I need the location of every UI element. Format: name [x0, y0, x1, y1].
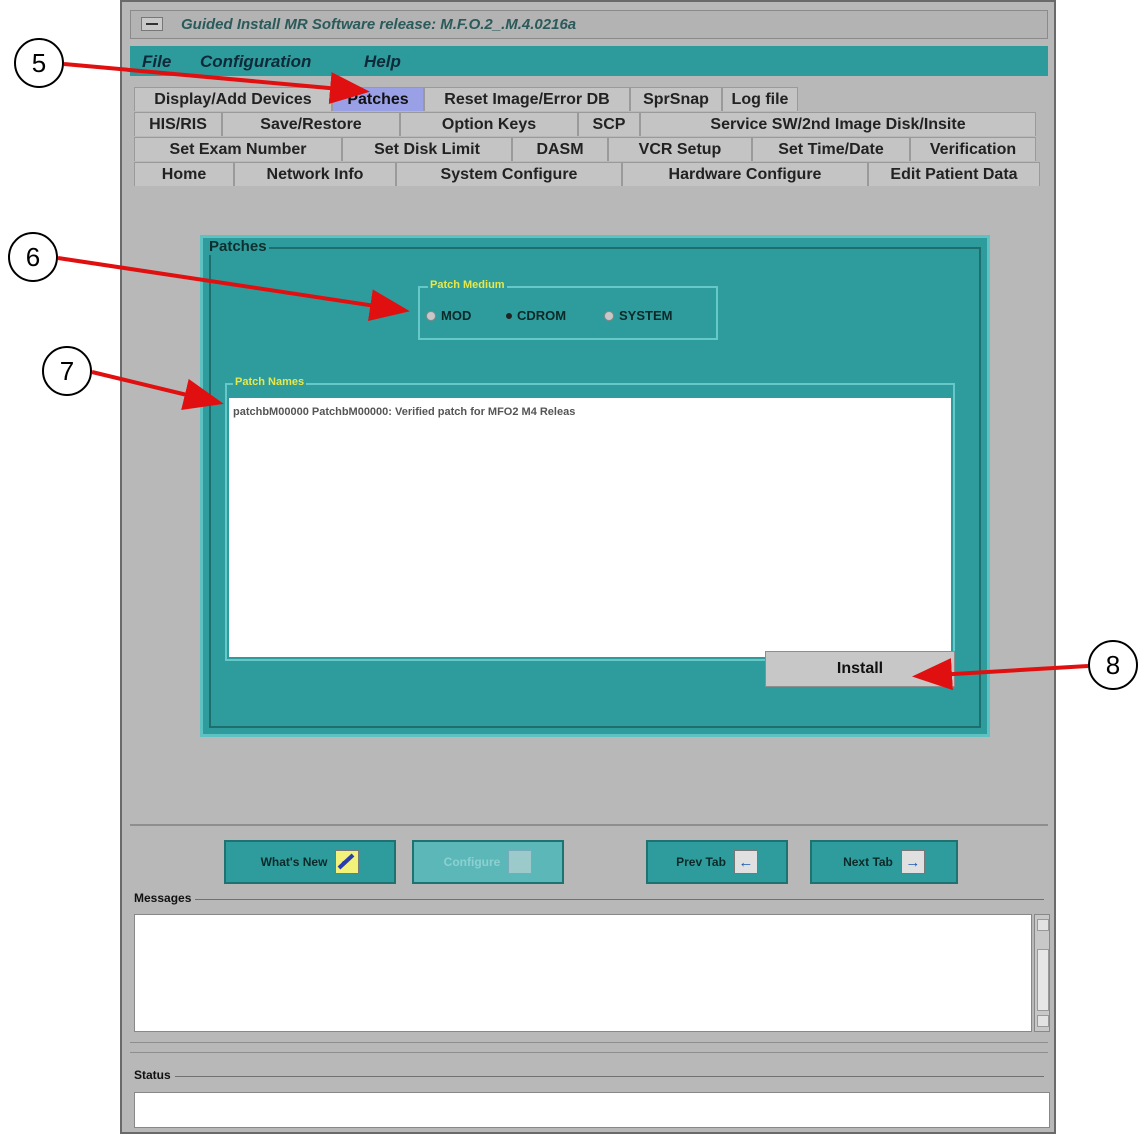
arrow-5 — [63, 62, 370, 105]
arrow-6 — [57, 256, 410, 322]
arrow-7 — [91, 370, 224, 411]
callout-arrows — [57, 62, 1089, 691]
arrow-8 — [912, 658, 1089, 691]
